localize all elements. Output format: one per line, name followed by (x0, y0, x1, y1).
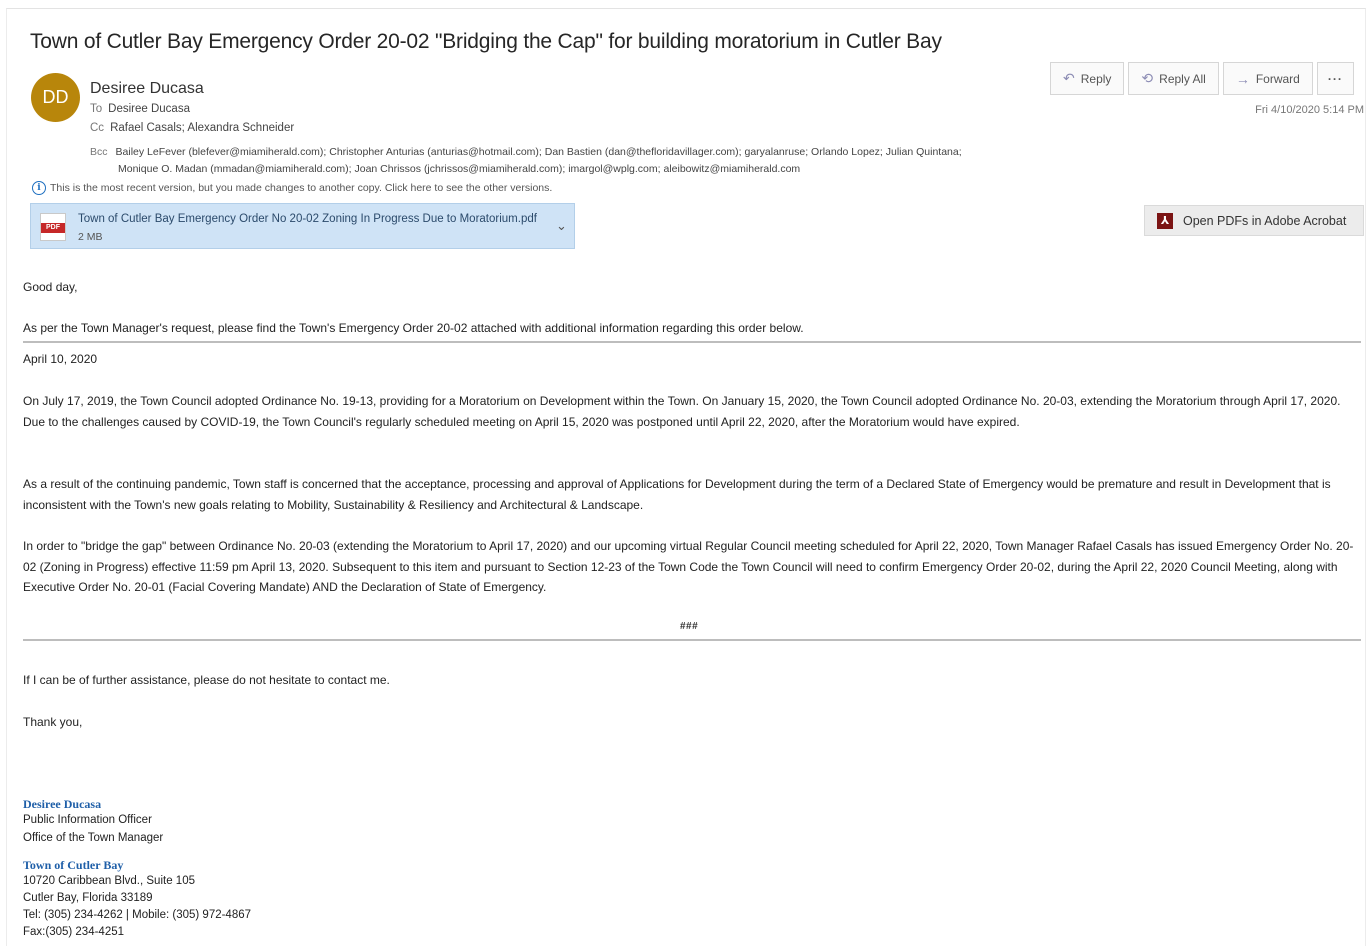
signature-office: Office of the Town Manager (23, 832, 164, 844)
to-line: To Desiree Ducasa (90, 103, 190, 115)
pdf-file-icon: PDF (40, 213, 66, 241)
bcc-line: Bcc Bailey LeFever (blefever@miamiherald.… (90, 144, 1090, 178)
version-notice-text: This is the most recent version, but you… (50, 182, 553, 194)
intro-text: As per the Town Manager's request, pleas… (23, 321, 804, 335)
info-icon: i (32, 181, 46, 195)
cc-recipients[interactable]: Rafael Casals; Alexandra Schneider (110, 122, 294, 134)
reply-button[interactable]: ↶ Reply (1050, 62, 1125, 95)
reply-all-button[interactable]: ⟲ Reply All (1128, 62, 1219, 95)
paragraph-2: As a result of the continuing pandemic, … (23, 477, 1331, 512)
reply-label: Reply (1080, 71, 1112, 86)
signature-title: Public Information Officer (23, 814, 152, 826)
attachment-card[interactable]: PDF Town of Cutler Bay Emergency Order N… (30, 203, 575, 249)
message-actions: ↶ Reply ⟲ Reply All → Forward ··· (1050, 62, 1354, 95)
adobe-acrobat-icon: ⅄ (1157, 212, 1173, 229)
attachment-size: 2 MB (78, 231, 103, 243)
reply-icon: ↶ (1063, 70, 1075, 86)
chevron-down-icon[interactable]: ⌄ (556, 218, 567, 234)
divider (23, 341, 1361, 343)
version-notice[interactable]: i This is the most recent version, but y… (32, 181, 552, 195)
signature-address-2: Cutler Bay, Florida 33189 (23, 892, 153, 904)
divider (23, 639, 1361, 641)
email-subject: Town of Cutler Bay Emergency Order 20-02… (30, 30, 942, 53)
sender-avatar[interactable]: DD (31, 73, 80, 122)
closing-text: If I can be of further assistance, pleas… (23, 673, 390, 687)
bcc-label: Bcc (90, 146, 108, 158)
reply-all-icon: ⟲ (1141, 70, 1154, 86)
sign-off: Thank you, (23, 715, 83, 729)
pdf-badge: PDF (41, 223, 65, 233)
bcc-recipients-1[interactable]: Bailey LeFever (blefever@miamiherald.com… (116, 146, 962, 158)
signature-name: Desiree Ducasa (23, 797, 102, 811)
end-marker: ### (680, 621, 699, 632)
to-label: To (90, 103, 103, 115)
forward-button[interactable]: → Forward (1222, 62, 1313, 95)
cc-line: Cc Rafael Casals; Alexandra Schneider (90, 122, 294, 134)
cc-label: Cc (90, 122, 105, 134)
signature-org: Town of Cutler Bay (23, 858, 124, 872)
open-in-acrobat-button[interactable]: ⅄ Open PDFs in Adobe Acrobat (1144, 205, 1364, 236)
to-recipients[interactable]: Desiree Ducasa (108, 103, 190, 115)
paragraph-3: In order to "bridge the gap" between Ord… (23, 539, 1354, 594)
forward-icon: → (1235, 70, 1250, 87)
date-line: April 10, 2020 (23, 352, 98, 366)
attachment-name: Town of Cutler Bay Emergency Order No 20… (78, 213, 537, 225)
paragraph-1: On July 17, 2019, the Town Council adopt… (23, 394, 1341, 429)
greeting: Good day, (23, 280, 78, 294)
more-actions-button[interactable]: ··· (1316, 62, 1354, 95)
acrobat-label: Open PDFs in Adobe Acrobat (1183, 213, 1347, 228)
sent-date: Fri 4/10/2020 5:14 PM (1255, 104, 1364, 116)
signature-fax: Fax:(305) 234-4251 (23, 926, 125, 938)
signature-phone: Tel: (305) 234-4262 | Mobile: (305) 972-… (23, 909, 252, 921)
signature-address-1: 10720 Caribbean Blvd., Suite 105 (23, 875, 195, 887)
sender-name[interactable]: Desiree Ducasa (90, 80, 204, 98)
bcc-recipients-2[interactable]: Monique O. Madan (mmadan@miamiherald.com… (90, 161, 1090, 178)
forward-label: Forward (1255, 71, 1300, 86)
reply-all-label: Reply All (1159, 71, 1206, 86)
